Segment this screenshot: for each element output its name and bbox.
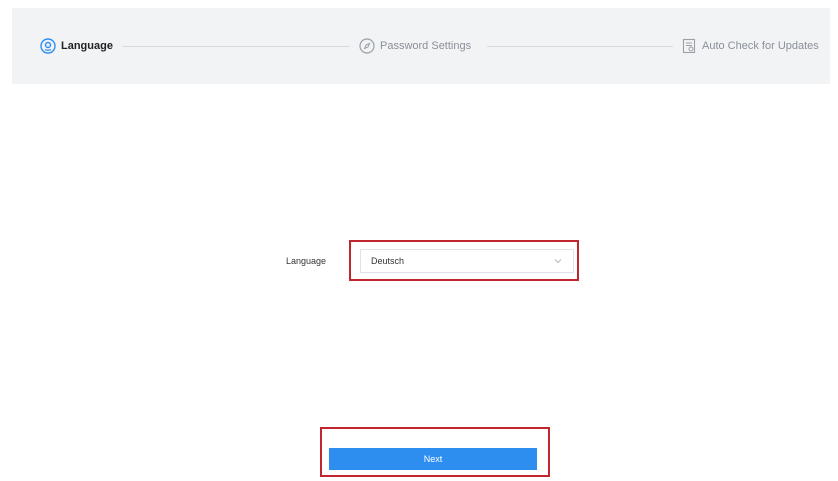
step-connector — [487, 46, 673, 47]
step-language: Language — [40, 36, 113, 56]
step-password-settings: Password Settings — [359, 36, 471, 56]
next-button[interactable]: Next — [329, 448, 537, 470]
step-auto-check-updates-label: Auto Check for Updates — [702, 40, 819, 52]
chevron-down-icon — [553, 256, 563, 266]
step-auto-check-updates: Auto Check for Updates — [681, 36, 819, 56]
wizard-steps-bar: Language Password Settings Auto Check fo… — [12, 8, 830, 84]
language-field-label: Language — [286, 256, 327, 266]
language-select-value: Deutsch — [371, 256, 405, 266]
step-password-settings-label: Password Settings — [380, 40, 472, 52]
step-connector — [122, 46, 350, 47]
document-update-icon — [681, 38, 697, 54]
location-pin-icon — [40, 38, 56, 54]
compass-icon — [359, 38, 375, 54]
step-language-label: Language — [61, 40, 113, 52]
setup-wizard: Language Password Settings Auto Check fo… — [0, 0, 838, 481]
language-select[interactable]: Deutsch — [360, 249, 574, 273]
